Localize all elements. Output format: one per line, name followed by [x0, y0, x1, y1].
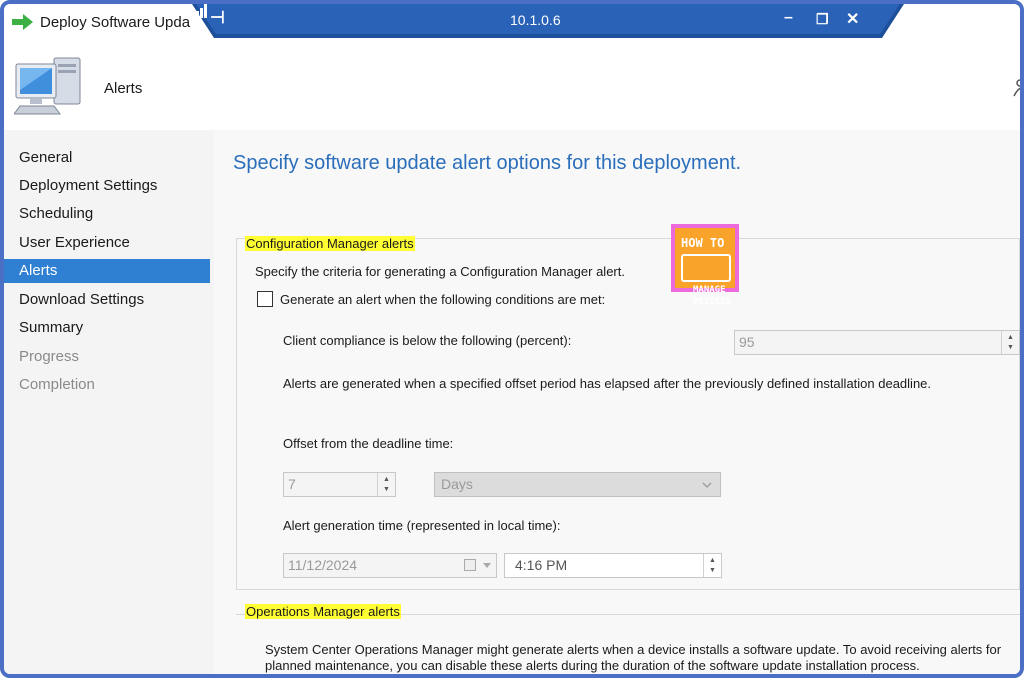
generate-alert-label: Generate an alert when the following con… — [280, 292, 606, 307]
main-content: Specify software update alert options fo… — [214, 130, 1020, 674]
page-title: Alerts — [104, 80, 143, 97]
offset-label: Offset from the deadline time: — [283, 436, 454, 451]
nav-item-completion: Completion — [19, 376, 95, 393]
om-description: System Center Operations Manager might g… — [265, 642, 1002, 673]
content-heading: Specify software update alert options fo… — [233, 152, 742, 174]
generation-time-label: Alert generation time (represented in lo… — [283, 518, 561, 533]
wizard-window: Deploy Software Upda ⊣ 10.1.0.6 – ❐ ✕ Al… — [0, 0, 1024, 678]
spinner-down-icon[interactable]: ▼ — [1007, 344, 1014, 352]
offset-info: Alerts are generated when a specified of… — [283, 376, 932, 391]
compliance-label: Client compliance is below the following… — [283, 333, 572, 348]
chevron-down-icon — [702, 482, 712, 488]
spinner-down-icon[interactable]: ▼ — [709, 567, 716, 575]
time-picker[interactable]: 4:16 PM ▲ ▼ — [504, 553, 722, 578]
remote-session-bar: ⊣ 10.1.0.6 – ❐ ✕ — [192, 4, 904, 38]
nav-item-alerts[interactable]: Alerts — [4, 259, 210, 283]
session-ip: 10.1.0.6 — [510, 12, 561, 28]
time-spinner[interactable]: ▲ ▼ — [703, 554, 721, 577]
wizard-nav: General Deployment Settings Scheduling U… — [4, 130, 214, 674]
cm-alerts-group — [236, 238, 1020, 590]
spinner-up-icon[interactable]: ▲ — [1007, 334, 1014, 342]
date-picker[interactable]: 11/12/2024 — [283, 553, 497, 578]
nav-item-download-settings[interactable]: Download Settings — [4, 288, 210, 312]
nav-item-user-experience[interactable]: User Experience — [4, 231, 210, 255]
offset-value: 7 — [288, 476, 296, 492]
nav-item-progress: Progress — [19, 348, 80, 365]
spinner-up-icon[interactable]: ▲ — [709, 557, 716, 565]
logo-text-devices: DEVICES — [693, 297, 731, 307]
offset-unit-select[interactable]: Days — [434, 472, 721, 497]
time-value: 4:16 PM — [515, 557, 568, 573]
compliance-spinner[interactable]: ▲ ▼ — [1001, 331, 1019, 354]
person-icon — [1013, 79, 1020, 97]
offset-input[interactable]: 7 ▲ ▼ — [283, 472, 396, 497]
compliance-value: 95 — [739, 334, 755, 350]
page-header: Alerts — [4, 42, 1020, 130]
spinner-down-icon[interactable]: ▼ — [383, 486, 390, 494]
om-alerts-label: Operations Manager alerts — [245, 604, 401, 619]
generate-alert-checkbox[interactable] — [257, 291, 273, 307]
minimize-icon[interactable]: – — [784, 9, 793, 27]
nav-item-summary[interactable]: Summary — [4, 316, 210, 340]
close-icon[interactable]: ✕ — [846, 9, 859, 29]
nav-item-deployment-settings[interactable]: Deployment Settings — [4, 174, 210, 198]
date-value: 11/12/2024 — [288, 557, 358, 573]
chevron-down-icon — [483, 563, 491, 568]
nav-item-scheduling[interactable]: Scheduling — [4, 202, 210, 226]
green-arrow-icon — [12, 14, 33, 30]
spinner-up-icon[interactable]: ▲ — [383, 476, 390, 484]
window-title: Deploy Software Upda — [40, 14, 191, 31]
offset-unit-value: Days — [441, 476, 473, 492]
pin-icon[interactable]: ⊣ — [210, 8, 225, 28]
logo-text-top: HOW TO — [681, 236, 725, 250]
cm-alerts-label: Configuration Manager alerts — [245, 236, 415, 251]
offset-spinner[interactable]: ▲ ▼ — [377, 473, 395, 496]
logo-text-manage: MANAGE — [693, 285, 726, 295]
howto-managedevices-logo: HOW TO MANAGE DEVICES — [671, 224, 739, 307]
calendar-icon[interactable] — [464, 559, 476, 571]
cm-description: Specify the criteria for generating a Co… — [255, 264, 625, 279]
nav-item-general[interactable]: General — [4, 146, 210, 170]
restore-icon[interactable]: ❐ — [816, 11, 829, 28]
signal-icon — [192, 4, 207, 18]
computer-icon — [14, 57, 81, 115]
compliance-input[interactable]: 95 ▲ ▼ — [734, 330, 1020, 355]
